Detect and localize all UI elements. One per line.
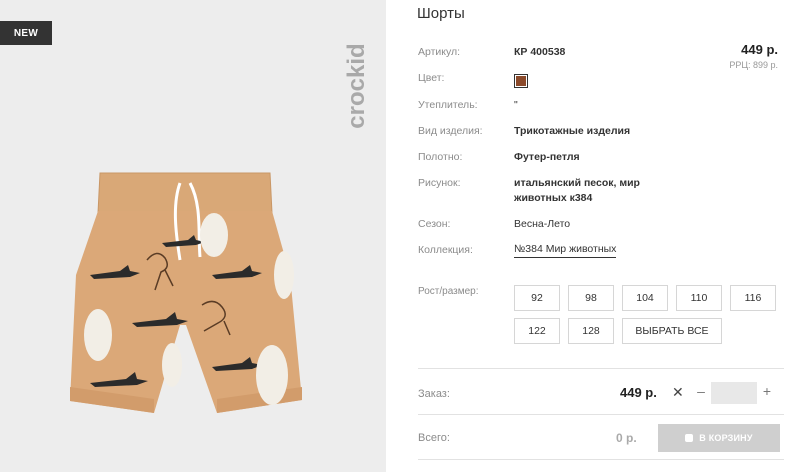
quantity-increase-button[interactable]: + [761, 383, 773, 399]
size-option-92[interactable]: 92 [514, 285, 560, 311]
select-all-sizes-button[interactable]: ВЫБРАТЬ ВСЕ [622, 318, 722, 344]
size-option-122[interactable]: 122 [514, 318, 560, 344]
size-label: Рост/размер: [418, 286, 479, 297]
fabric-value: Футер-петля [514, 151, 580, 163]
color-swatch-fill [516, 76, 526, 86]
product-title: Шорты [417, 5, 465, 22]
divider [418, 368, 784, 369]
insulation-value: " [514, 99, 518, 111]
new-badge: NEW [0, 21, 52, 45]
quantity-decrease-button[interactable]: – [695, 383, 707, 399]
product-type-value: Трикотажные изделия [514, 125, 631, 137]
season-label: Сезон: [418, 218, 451, 230]
cart-icon [685, 434, 694, 442]
color-label: Цвет: [418, 72, 445, 84]
order-price: 449 р. [620, 385, 657, 400]
pattern-value-line2: животных к384 [514, 192, 593, 204]
pattern-label: Рисунок: [418, 177, 461, 189]
total-label: Всего: [418, 432, 450, 444]
season-value: Весна-Лето [514, 218, 571, 230]
fabric-label: Полотно: [418, 151, 463, 163]
product-photo[interactable]: NEW crockid [0, 0, 386, 472]
brand-logo: crockid [343, 16, 371, 156]
order-label: Заказ: [418, 388, 450, 400]
total-sum: 0 р. [616, 431, 637, 445]
brand-logo-text: crockid [343, 43, 370, 129]
article-label: Артикул: [418, 46, 461, 58]
collection-link-wrap: №384 Мир животных [514, 243, 617, 258]
pattern-value-line1: итальянский песок, мир [514, 177, 640, 189]
divider [418, 414, 784, 415]
price: 449 р. [741, 42, 778, 57]
size-option-104[interactable]: 104 [622, 285, 668, 311]
add-to-cart-label: В КОРЗИНУ [699, 433, 753, 443]
insulation-label: Утеплитель: [418, 99, 478, 111]
color-swatch[interactable] [514, 74, 528, 88]
product-type-label: Вид изделия: [418, 125, 483, 137]
add-to-cart-button[interactable]: В КОРЗИНУ [658, 424, 780, 452]
divider [418, 459, 784, 460]
remove-icon[interactable]: ✕ [672, 384, 684, 401]
rrp-price: РРЦ: 899 р. [729, 60, 778, 70]
article-value: КР 400538 [514, 46, 566, 58]
collection-label: Коллекция: [418, 244, 473, 256]
size-option-128[interactable]: 128 [568, 318, 614, 344]
quantity-input[interactable] [711, 382, 757, 404]
collection-link[interactable]: №384 Мир животных [514, 243, 617, 258]
size-option-98[interactable]: 98 [568, 285, 614, 311]
size-option-110[interactable]: 110 [676, 285, 722, 311]
size-option-116[interactable]: 116 [730, 285, 776, 311]
shorts-image [70, 172, 302, 413]
